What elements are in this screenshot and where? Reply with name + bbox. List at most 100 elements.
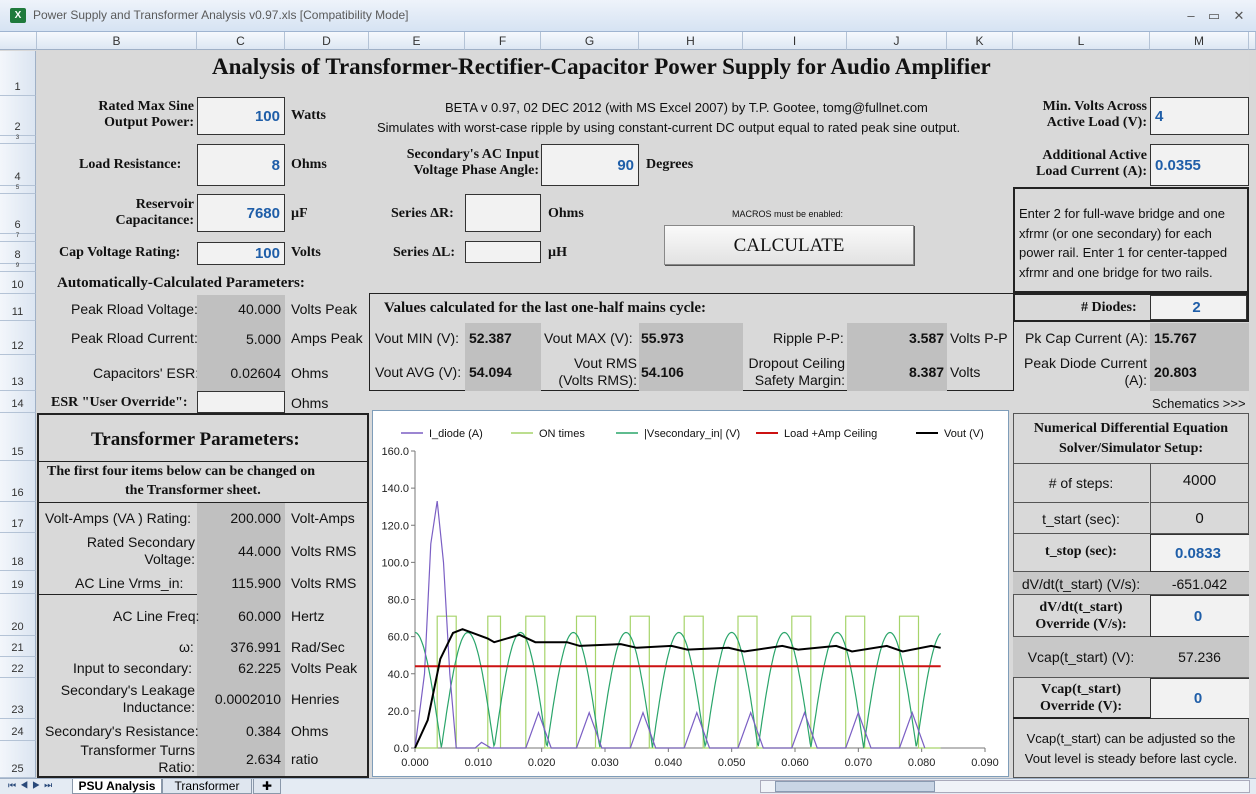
row-header[interactable]: 7 [0, 233, 36, 242]
legend-label: Vout (V) [944, 428, 984, 440]
beta-line-1: BETA v 0.97, 02 DEC 2012 (with MS Excel … [445, 100, 928, 115]
row-header[interactable]: 6 [0, 194, 36, 234]
diodes-input[interactable]: 2 [1150, 295, 1247, 320]
row-header[interactable]: 8 [0, 242, 36, 264]
row-header[interactable]: 4 [0, 144, 36, 186]
row-header[interactable]: 19 [0, 571, 36, 594]
row-header[interactable]: 17 [0, 502, 36, 533]
legend-label: I_diode (A) [429, 428, 483, 440]
legend-label: |Vsecondary_in| (V) [644, 428, 740, 440]
transformer-row-label: AC Line Vrms_in: [75, 575, 184, 591]
select-all-corner[interactable] [0, 32, 37, 50]
col-header-j[interactable]: J [847, 32, 947, 50]
col-header-f[interactable]: F [465, 32, 541, 50]
row-header[interactable]: 2 [0, 96, 36, 136]
row-header[interactable]: 15 [0, 413, 36, 461]
phase-unit: Degrees [646, 157, 694, 172]
series-l-input[interactable] [465, 241, 541, 263]
tstart-value[interactable]: 0 [1150, 510, 1249, 527]
tstop-input[interactable]: 0.0833 [1150, 534, 1249, 572]
tab-transformer[interactable]: Transformer [162, 779, 252, 794]
col-header-k[interactable]: K [947, 32, 1013, 50]
row-header[interactable]: 21 [0, 636, 36, 657]
chart-plot [414, 501, 942, 749]
vcap-override-input[interactable]: 0 [1150, 678, 1249, 719]
x-tick-label: 0.060 [781, 757, 809, 769]
simulation-chart[interactable]: I_diode (A) ON times |Vsecondary_in| (V) Lo… [372, 410, 1009, 777]
vout-min-value: 52.387 [469, 330, 512, 346]
tab-scroll-arrows-icon[interactable]: ⏮◀▶⏭ [8, 780, 56, 791]
minimize-icon[interactable]: – [1180, 8, 1202, 24]
col-header-l[interactable]: L [1013, 32, 1150, 50]
peak-i-unit: Amps Peak [291, 330, 363, 346]
minv-input[interactable]: 4 [1150, 97, 1249, 135]
phase-input[interactable]: 90 [541, 144, 639, 186]
row-header[interactable]: 25 [0, 741, 36, 778]
col-header-m[interactable]: M [1150, 32, 1249, 50]
row-header[interactable]: 18 [0, 533, 36, 571]
col-header-h[interactable]: H [639, 32, 743, 50]
restore-icon[interactable]: ▭ [1203, 8, 1225, 24]
row-header[interactable]: 13 [0, 355, 36, 391]
vout-avg-label: Vout AVG (V): [375, 364, 462, 380]
capv-input[interactable]: 100 [197, 242, 285, 265]
dropout-unit: Volts [950, 364, 981, 380]
load-res-label: Load Resistance: [79, 157, 182, 172]
col-header-b[interactable]: B [37, 32, 197, 50]
row-header[interactable]: 5 [0, 185, 36, 194]
row-header[interactable]: 23 [0, 678, 36, 719]
series-on-times [415, 615, 941, 749]
row-header[interactable]: 12 [0, 321, 36, 355]
peak-i-label: Peak Rload Current: [71, 330, 198, 346]
vout-rms-value: 54.106 [641, 364, 684, 380]
col-header-i[interactable]: I [743, 32, 847, 50]
chart-axes: 0.0 20.0 40.0 60.0 80.0 100.0 120.0 140.0 160.0 0… [381, 446, 998, 769]
addcur-input[interactable]: 0.0355 [1150, 144, 1249, 186]
col-header-e[interactable]: E [369, 32, 465, 50]
load-res-input[interactable]: 8 [197, 144, 285, 186]
steps-label: # of steps: [1048, 475, 1114, 491]
row-header[interactable]: 10 [0, 272, 36, 294]
row-header[interactable]: 14 [0, 391, 36, 413]
peak-v-value: 40.000 [197, 295, 285, 323]
tab-psu-analysis[interactable]: PSU Analysis [72, 779, 162, 794]
rated-power-input[interactable]: 100 [197, 97, 285, 135]
esr-override-input[interactable] [197, 391, 285, 413]
scrollbar-thumb[interactable] [775, 781, 935, 792]
dvdt-override-input[interactable]: 0 [1150, 595, 1249, 637]
col-header-g[interactable]: G [541, 32, 639, 50]
transformer-row-unit: Volts Peak [291, 660, 358, 676]
row-header[interactable]: 11 [0, 294, 36, 321]
legend-label: ON times [539, 428, 585, 440]
y-tick-label: 100.0 [381, 557, 409, 569]
excel-icon[interactable]: X [10, 8, 26, 23]
pkcap-value: 15.767 [1154, 330, 1197, 346]
row-header[interactable]: 16 [0, 461, 36, 502]
close-icon[interactable]: ✕ [1228, 8, 1250, 24]
row-header[interactable]: 3 [0, 135, 36, 144]
row-header[interactable]: 1 [0, 51, 36, 96]
reservoir-input[interactable]: 7680 [197, 194, 285, 232]
series-r-input[interactable] [465, 194, 541, 232]
calculate-button[interactable]: CALCULATE [664, 225, 914, 265]
transformer-row-unit: Ohms [291, 723, 329, 739]
series-l-unit: µH [548, 245, 567, 260]
new-sheet-icon[interactable]: ✚ [253, 779, 281, 794]
row-header[interactable]: 24 [0, 719, 36, 741]
row-header[interactable]: 20 [0, 594, 36, 636]
solver-header: Numerical Differential Equation Solver/Si… [1033, 421, 1229, 456]
col-header-d[interactable]: D [285, 32, 369, 50]
schematics-link[interactable]: Schematics >>> [1152, 396, 1246, 411]
transformer-row-unit: Volts RMS [291, 575, 357, 591]
reservoir-label: Reservoir Capacitance: [115, 197, 194, 228]
transformer-row-label: Secondary's Resistance: [45, 723, 199, 739]
row-header[interactable]: 22 [0, 657, 36, 678]
transformer-note-1: The first four items below can be change… [47, 464, 316, 479]
transformer-row-value: 0.0002010 [214, 691, 281, 707]
steps-value[interactable]: 4000 [1150, 472, 1249, 489]
auto-header: Automatically-Calculated Parameters: [57, 275, 305, 291]
row-header[interactable]: 9 [0, 263, 36, 272]
col-header-c[interactable]: C [197, 32, 285, 50]
transformer-row-value: 62.225 [238, 660, 281, 676]
legend-label: Load +Amp Ceiling [784, 428, 877, 440]
